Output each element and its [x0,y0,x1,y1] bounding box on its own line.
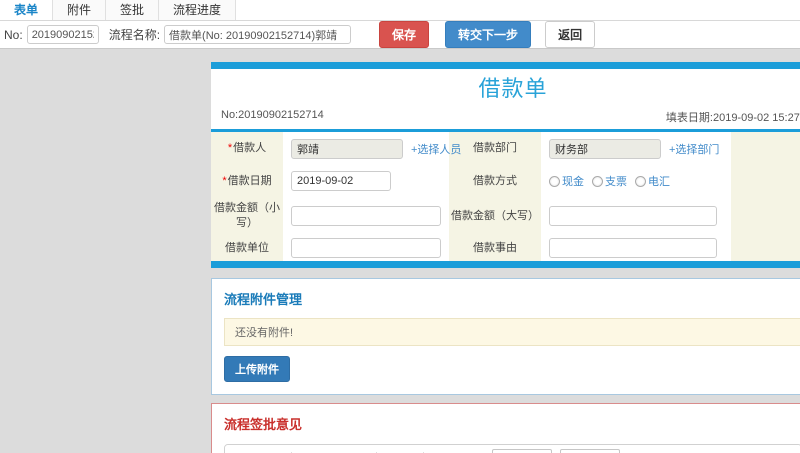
loan-date-label: * 借款日期 [222,174,272,187]
tab-progress[interactable]: 流程进度 [159,0,237,20]
action-toolbar: No: 流程名称: 保存 转交下一步 返回 [0,21,800,49]
tab-approval[interactable]: 签批 [106,0,160,20]
borrower-label: * 借款人 [227,142,267,154]
radio-circle-icon [592,175,603,187]
loan-unit-cell [283,235,449,261]
loan-reason-cell [541,235,731,261]
form-bottom-bar [211,261,800,268]
loan-method-label: 借款方式 [473,174,517,187]
editor-toolbar: B I abc A ∞ ∞ ⚑ ≡ ≡ ⇤ ⇥ ” 样式 ▼ [225,445,800,453]
form-top-bar [211,62,800,69]
beige-filler [731,197,800,235]
no-label: No: [4,27,23,42]
form-fields-grid: *借款人 +选择人员 借款部门 +选择部门 *借款日期 借款方式 现金 支票 [211,132,800,261]
amount-big-label: 借款金额（大写） [451,209,539,222]
forward-next-step-button[interactable]: 转交下一步 [445,21,532,48]
tab-strip: 表单 附件 签批 流程进度 [0,0,800,21]
approval-panel: 流程签批意见 B I abc A ∞ ∞ ⚑ ≡ ≡ ⇤ ⇥ ” 样式 [211,403,800,453]
loan-reason-label: 借款事由 [473,241,517,254]
radio-circle-icon [549,175,560,187]
process-name-input[interactable] [164,25,352,44]
department-cell: +选择部门 [541,132,731,165]
save-button[interactable]: 保存 [379,21,430,48]
borrower-input[interactable] [291,138,403,159]
upload-attachment-button[interactable]: 上传附件 [224,356,290,382]
loan-reason-input[interactable] [549,238,717,258]
beige-filler [731,132,800,165]
loan-method-radio-group: 现金 支票 电汇 [549,173,670,189]
select-department-link[interactable]: +选择部门 [669,141,719,157]
loan-form-panel: 借款单 No:20190902152714 填表日期:2019-09-02 15… [211,62,800,268]
no-input[interactable] [26,25,99,44]
loan-date-input[interactable] [291,171,391,191]
rich-text-editor: B I abc A ∞ ∞ ⚑ ≡ ≡ ⇤ ⇥ ” 样式 ▼ [224,444,800,453]
amount-small-label: 借款金额（小写） [214,202,280,229]
attachments-panel: 流程附件管理 还没有附件! 上传附件 [211,278,800,395]
amount-small-cell [283,197,449,235]
tab-attachments[interactable]: 附件 [53,0,107,20]
approval-heading: 流程签批意见 [224,417,303,432]
form-no-text: No:20190902152714 [221,109,324,121]
department-input[interactable] [549,138,661,159]
loan-unit-input[interactable] [291,238,441,258]
form-meta-row: No:20190902152714 填表日期:2019-09-02 15:27:… [211,107,800,129]
amount-big-cell [541,197,731,235]
loan-method-cell: 现金 支票 电汇 [541,165,731,197]
radio-cheque[interactable]: 支票 [592,173,627,189]
attachments-heading: 流程附件管理 [224,292,303,307]
form-title: 借款单 [478,76,548,101]
loan-unit-label: 借款单位 [225,241,269,254]
format-dropdown[interactable]: 格式 ▼ [560,449,620,453]
department-label: 借款部门 [473,142,517,154]
radio-circle-icon [635,175,646,187]
page-content: 借款单 No:20190902152714 填表日期:2019-09-02 15… [0,49,800,453]
form-fill-date-text: 填表日期:2019-09-02 15:27:1 [665,112,800,124]
tab-form[interactable]: 表单 [0,0,54,20]
style-dropdown[interactable]: 样式 ▼ [492,449,552,453]
required-mark: * [222,174,227,187]
amount-small-input[interactable] [291,206,441,226]
amount-big-input[interactable] [549,206,717,226]
beige-filler [731,165,800,197]
loan-date-cell [283,165,449,197]
no-attachments-notice: 还没有附件! [224,318,800,346]
required-mark: * [227,142,233,154]
beige-filler [731,235,800,261]
radio-wire-transfer[interactable]: 电汇 [635,173,670,189]
back-button[interactable]: 返回 [545,21,596,48]
process-name-label: 流程名称: [108,28,161,42]
radio-cash[interactable]: 现金 [549,173,584,189]
borrower-cell: +选择人员 [283,132,461,165]
